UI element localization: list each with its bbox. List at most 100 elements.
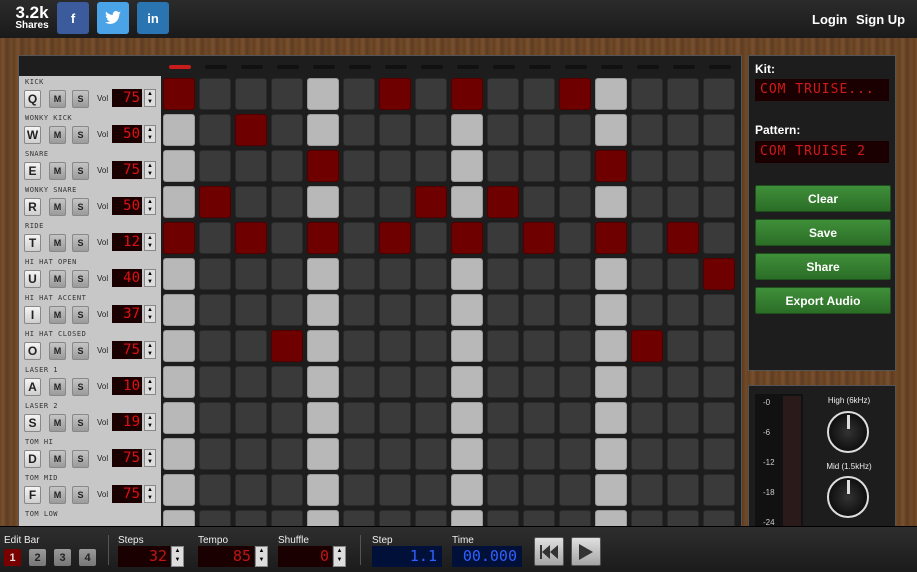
- step-cell[interactable]: [451, 294, 483, 326]
- step-cell[interactable]: [163, 402, 195, 434]
- step-cell[interactable]: [235, 186, 267, 218]
- track-trigger-key[interactable]: O: [24, 342, 41, 360]
- step-cell[interactable]: [703, 186, 735, 218]
- step-cell[interactable]: [595, 294, 627, 326]
- track-trigger-key[interactable]: W: [24, 126, 41, 144]
- step-cell[interactable]: [307, 438, 339, 470]
- step-cell[interactable]: [523, 222, 555, 254]
- twitter-share-button[interactable]: [97, 2, 129, 34]
- mid-eq-knob[interactable]: [827, 476, 869, 518]
- step-cell[interactable]: [559, 222, 591, 254]
- step-cell[interactable]: [415, 402, 447, 434]
- track-solo-button[interactable]: S: [72, 378, 89, 396]
- step-cell[interactable]: [199, 150, 231, 182]
- high-eq-knob[interactable]: [827, 411, 869, 453]
- step-cell[interactable]: [523, 186, 555, 218]
- step-cell[interactable]: [235, 258, 267, 290]
- track-trigger-key[interactable]: F: [24, 486, 41, 504]
- step-cell[interactable]: [523, 78, 555, 110]
- step-cell[interactable]: [199, 438, 231, 470]
- kit-select[interactable]: COM TRUISE...: [755, 79, 889, 101]
- step-cell[interactable]: [559, 330, 591, 362]
- track-volume-input[interactable]: 50: [112, 197, 142, 215]
- step-cell[interactable]: [451, 366, 483, 398]
- step-cell[interactable]: [199, 258, 231, 290]
- step-cell[interactable]: [451, 474, 483, 506]
- export-audio-button[interactable]: Export Audio: [755, 287, 891, 314]
- pattern-select[interactable]: COM TRUISE 2: [755, 141, 889, 163]
- save-button[interactable]: Save: [755, 219, 891, 246]
- step-cell[interactable]: [631, 366, 663, 398]
- step-cell[interactable]: [703, 438, 735, 470]
- step-cell[interactable]: [667, 294, 699, 326]
- step-cell[interactable]: [631, 150, 663, 182]
- step-cell[interactable]: [451, 78, 483, 110]
- step-cell[interactable]: [271, 222, 303, 254]
- step-cell[interactable]: [271, 402, 303, 434]
- step-cell[interactable]: [343, 474, 375, 506]
- step-cell[interactable]: [235, 474, 267, 506]
- step-cell[interactable]: [307, 474, 339, 506]
- step-cell[interactable]: [559, 294, 591, 326]
- tempo-stepper[interactable]: ▲ ▼: [255, 546, 268, 567]
- step-cell[interactable]: [595, 366, 627, 398]
- step-cell[interactable]: [343, 114, 375, 146]
- step-cell[interactable]: [307, 78, 339, 110]
- facebook-share-button[interactable]: f: [57, 2, 89, 34]
- play-button[interactable]: [571, 537, 601, 566]
- step-cell[interactable]: [199, 474, 231, 506]
- step-cell[interactable]: [667, 114, 699, 146]
- step-cell[interactable]: [343, 294, 375, 326]
- edit-bar-button[interactable]: 4: [79, 549, 96, 566]
- step-cell[interactable]: [235, 402, 267, 434]
- step-cell[interactable]: [487, 474, 519, 506]
- shuffle-stepper[interactable]: ▲ ▼: [333, 546, 346, 567]
- track-trigger-key[interactable]: E: [24, 162, 41, 180]
- step-cell[interactable]: [379, 402, 411, 434]
- step-cell[interactable]: [631, 258, 663, 290]
- track-mute-button[interactable]: M: [49, 486, 66, 504]
- step-cell[interactable]: [343, 186, 375, 218]
- step-cell[interactable]: [415, 438, 447, 470]
- track-volume-input[interactable]: 50: [112, 125, 142, 143]
- linkedin-share-button[interactable]: in: [137, 2, 169, 34]
- step-cell[interactable]: [379, 438, 411, 470]
- step-cell[interactable]: [595, 186, 627, 218]
- step-cell[interactable]: [631, 402, 663, 434]
- track-mute-button[interactable]: M: [49, 306, 66, 324]
- step-cell[interactable]: [487, 186, 519, 218]
- step-cell[interactable]: [199, 330, 231, 362]
- step-cell[interactable]: [379, 474, 411, 506]
- step-cell[interactable]: [487, 366, 519, 398]
- step-cell[interactable]: [199, 78, 231, 110]
- step-cell[interactable]: [631, 186, 663, 218]
- step-cell[interactable]: [163, 78, 195, 110]
- track-mute-button[interactable]: M: [49, 198, 66, 216]
- step-cell[interactable]: [343, 78, 375, 110]
- track-solo-button[interactable]: S: [72, 90, 89, 108]
- step-cell[interactable]: [523, 438, 555, 470]
- step-cell[interactable]: [235, 366, 267, 398]
- step-cell[interactable]: [415, 330, 447, 362]
- step-cell[interactable]: [163, 294, 195, 326]
- step-cell[interactable]: [559, 258, 591, 290]
- step-cell[interactable]: [379, 78, 411, 110]
- step-cell[interactable]: [307, 114, 339, 146]
- step-cell[interactable]: [487, 438, 519, 470]
- track-volume-stepper[interactable]: ▲ ▼: [144, 269, 156, 287]
- step-cell[interactable]: [379, 114, 411, 146]
- track-mute-button[interactable]: M: [49, 450, 66, 468]
- step-cell[interactable]: [307, 222, 339, 254]
- step-cell[interactable]: [559, 474, 591, 506]
- step-cell[interactable]: [703, 114, 735, 146]
- track-trigger-key[interactable]: R: [24, 198, 41, 216]
- step-cell[interactable]: [199, 222, 231, 254]
- step-cell[interactable]: [559, 114, 591, 146]
- step-cell[interactable]: [523, 474, 555, 506]
- step-cell[interactable]: [667, 402, 699, 434]
- track-volume-stepper[interactable]: ▲ ▼: [144, 125, 156, 143]
- step-cell[interactable]: [307, 294, 339, 326]
- step-cell[interactable]: [451, 150, 483, 182]
- track-mute-button[interactable]: M: [49, 378, 66, 396]
- step-cell[interactable]: [523, 294, 555, 326]
